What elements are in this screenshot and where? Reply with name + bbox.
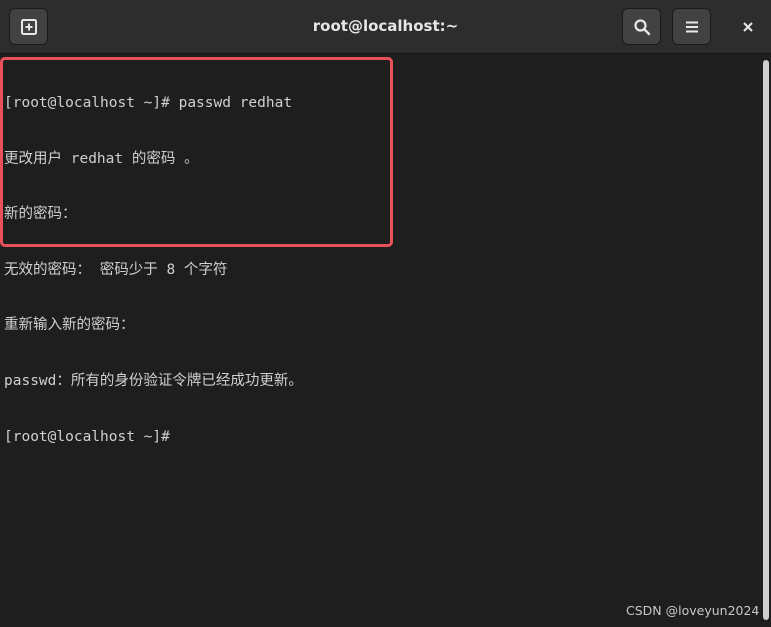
watermark: CSDN @loveyun2024 — [626, 603, 760, 618]
terminal-line: [root@localhost ~]# — [4, 428, 170, 445]
search-icon — [633, 18, 650, 35]
close-button[interactable] — [730, 8, 766, 45]
terminal-line: passwd：所有的身份验证令牌已经成功更新。 — [4, 372, 303, 389]
close-icon — [743, 21, 753, 32]
new-tab-icon — [20, 18, 37, 35]
terminal-line: 无效的密码： 密码少于 8 个字符 — [4, 261, 228, 278]
title-bar: root@localhost:~ — [0, 0, 771, 54]
terminal-line: 重新输入新的密码： — [4, 317, 135, 334]
hamburger-menu-icon — [685, 21, 698, 32]
scrollbar-thumb[interactable] — [763, 60, 769, 620]
highlight-box — [0, 57, 393, 247]
new-tab-button[interactable] — [9, 8, 48, 45]
scrollbar[interactable] — [761, 54, 771, 627]
search-button[interactable] — [622, 8, 661, 45]
terminal-window: root@localhost:~ [root@localhost ~]# pas… — [0, 0, 771, 627]
menu-button[interactable] — [672, 8, 711, 45]
